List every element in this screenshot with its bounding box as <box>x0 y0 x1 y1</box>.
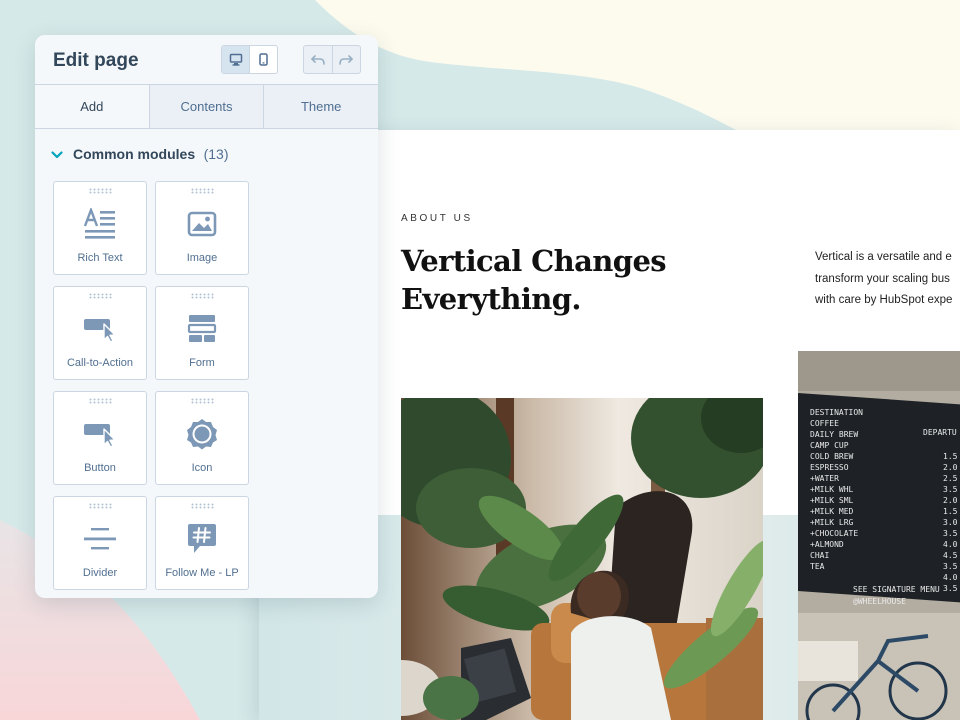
menu-board-line: ESPRESSO <box>810 463 849 472</box>
menu-board-price: 1.5 <box>943 452 958 461</box>
icon-module-icon <box>187 419 217 450</box>
panel-header: Edit page <box>35 35 378 85</box>
module-follow-me-lp[interactable]: Follow Me - LP <box>155 496 249 590</box>
hero-description-line: Vertical is a versatile and e <box>815 251 952 263</box>
menu-board-line: +MILK MED <box>810 507 854 516</box>
desktop-view-button[interactable] <box>222 46 250 73</box>
menu-board-line: DESTINATION <box>810 408 863 417</box>
about-us-eyebrow: ABOUT US <box>401 213 473 224</box>
mobile-view-button[interactable] <box>250 46 277 73</box>
module-label: Image <box>186 252 218 264</box>
photo-person-laptop <box>401 398 763 720</box>
redo-button[interactable] <box>331 46 361 73</box>
panel-title: Edit page <box>53 50 139 71</box>
form-icon <box>187 315 217 342</box>
module-image[interactable]: Image <box>155 181 249 275</box>
image-icon <box>187 211 217 237</box>
module-label: Form <box>189 357 215 369</box>
module-label: Button <box>84 462 116 474</box>
button-icon <box>84 424 116 448</box>
mobile-icon <box>259 53 268 66</box>
drag-handle-icon <box>191 398 214 404</box>
module-label: Rich Text <box>77 252 123 264</box>
section-title: Common modules <box>73 146 196 162</box>
history-controls <box>303 45 361 74</box>
menu-board-line: COFFEE <box>810 419 839 428</box>
module-button[interactable]: Button <box>53 391 147 485</box>
menu-board-price: 3.5 <box>943 584 958 593</box>
menu-board-line: @WHEELHOUSE <box>853 597 906 606</box>
menu-board-line: +MILK LRG <box>810 518 854 527</box>
tab-theme[interactable]: Theme <box>263 85 378 128</box>
chevron-down-icon <box>51 151 63 159</box>
menu-board-line: COLD BREW <box>810 452 854 461</box>
hero-description-line: with care by HubSpot expe <box>815 294 953 306</box>
module-divider[interactable]: Divider <box>53 496 147 590</box>
menu-board-price: 4.0 <box>943 573 958 582</box>
section-count: (13) <box>203 146 229 162</box>
menu-board-line: DAILY BREW <box>810 430 858 439</box>
menu-board-price: 4.5 <box>943 551 958 560</box>
drag-handle-icon <box>89 188 112 194</box>
menu-board-price: 2.5 <box>943 474 958 483</box>
drag-handle-icon <box>191 503 214 509</box>
edit-page-panel: Edit page Add Contents Theme Common modu… <box>35 35 378 598</box>
menu-board-line: TEA <box>810 562 825 571</box>
menu-board-line: CHAI <box>810 551 829 560</box>
panel-tabs: Add Contents Theme <box>35 85 378 129</box>
menu-board-price: 3.5 <box>943 485 958 494</box>
module-label: Divider <box>82 567 118 579</box>
divider-icon <box>84 528 116 550</box>
rich-text-icon <box>83 208 115 239</box>
tab-add[interactable]: Add <box>35 85 149 128</box>
menu-board-price: 3.5 <box>943 529 958 538</box>
menu-board-price: 4.0 <box>943 540 958 549</box>
drag-handle-icon <box>89 398 112 404</box>
undo-icon <box>310 54 325 65</box>
follow-me-icon <box>188 524 216 553</box>
redo-icon <box>339 54 354 65</box>
menu-board-line: +MILK WHL <box>810 485 854 494</box>
drag-handle-icon <box>89 503 112 509</box>
desktop-icon <box>229 53 242 66</box>
menu-board-price: 2.0 <box>943 463 958 472</box>
drag-handle-icon <box>89 293 112 299</box>
menu-board-line: SEE SIGNATURE MENU <box>853 585 940 594</box>
hero-title: Vertical Changes Everything. <box>401 242 701 318</box>
menu-board-line: +WATER <box>810 474 839 483</box>
drag-handle-icon <box>191 188 214 194</box>
module-label: Call-to-Action <box>66 357 134 369</box>
module-label: Follow Me - LP <box>165 567 239 579</box>
menu-board-price: 2.0 <box>943 496 958 505</box>
menu-board-line: +MILK SML <box>810 496 854 505</box>
common-modules-section-toggle[interactable]: Common modules (13) <box>35 129 378 181</box>
hero-description-line: transform your scaling bus <box>815 272 950 285</box>
module-form[interactable]: Form <box>155 286 249 380</box>
hero-title-line-2: Everything. <box>401 282 581 316</box>
hero-title-line-1: Vertical Changes <box>401 244 667 278</box>
hero-description: Vertical is a versatile and e transform … <box>815 247 960 312</box>
menu-board-price: 3.0 <box>943 518 958 527</box>
module-grid: Rich Text Image Call-to-Action Form Butt… <box>35 181 378 590</box>
menu-board-price: 3.5 <box>943 562 958 571</box>
menu-board-line: CAMP CUP <box>810 441 849 450</box>
device-toggle <box>221 45 278 74</box>
cta-icon <box>84 319 116 343</box>
menu-board-line: +ALMOND <box>810 540 844 549</box>
module-call-to-action[interactable]: Call-to-Action <box>53 286 147 380</box>
tab-contents[interactable]: Contents <box>148 85 264 128</box>
menu-board-header: DEPARTU <box>923 428 957 437</box>
module-rich-text[interactable]: Rich Text <box>53 181 147 275</box>
undo-button[interactable] <box>304 46 332 73</box>
drag-handle-icon <box>191 293 214 299</box>
module-icon[interactable]: Icon <box>155 391 249 485</box>
module-label: Icon <box>191 462 213 474</box>
menu-board-line: +CHOCOLATE <box>810 529 858 538</box>
photo-cafe-menu-board: DESTINATION COFFEE DAILY BREW CAMP CUP COLD … <box>798 351 960 720</box>
menu-board-price: 1.5 <box>943 507 958 516</box>
